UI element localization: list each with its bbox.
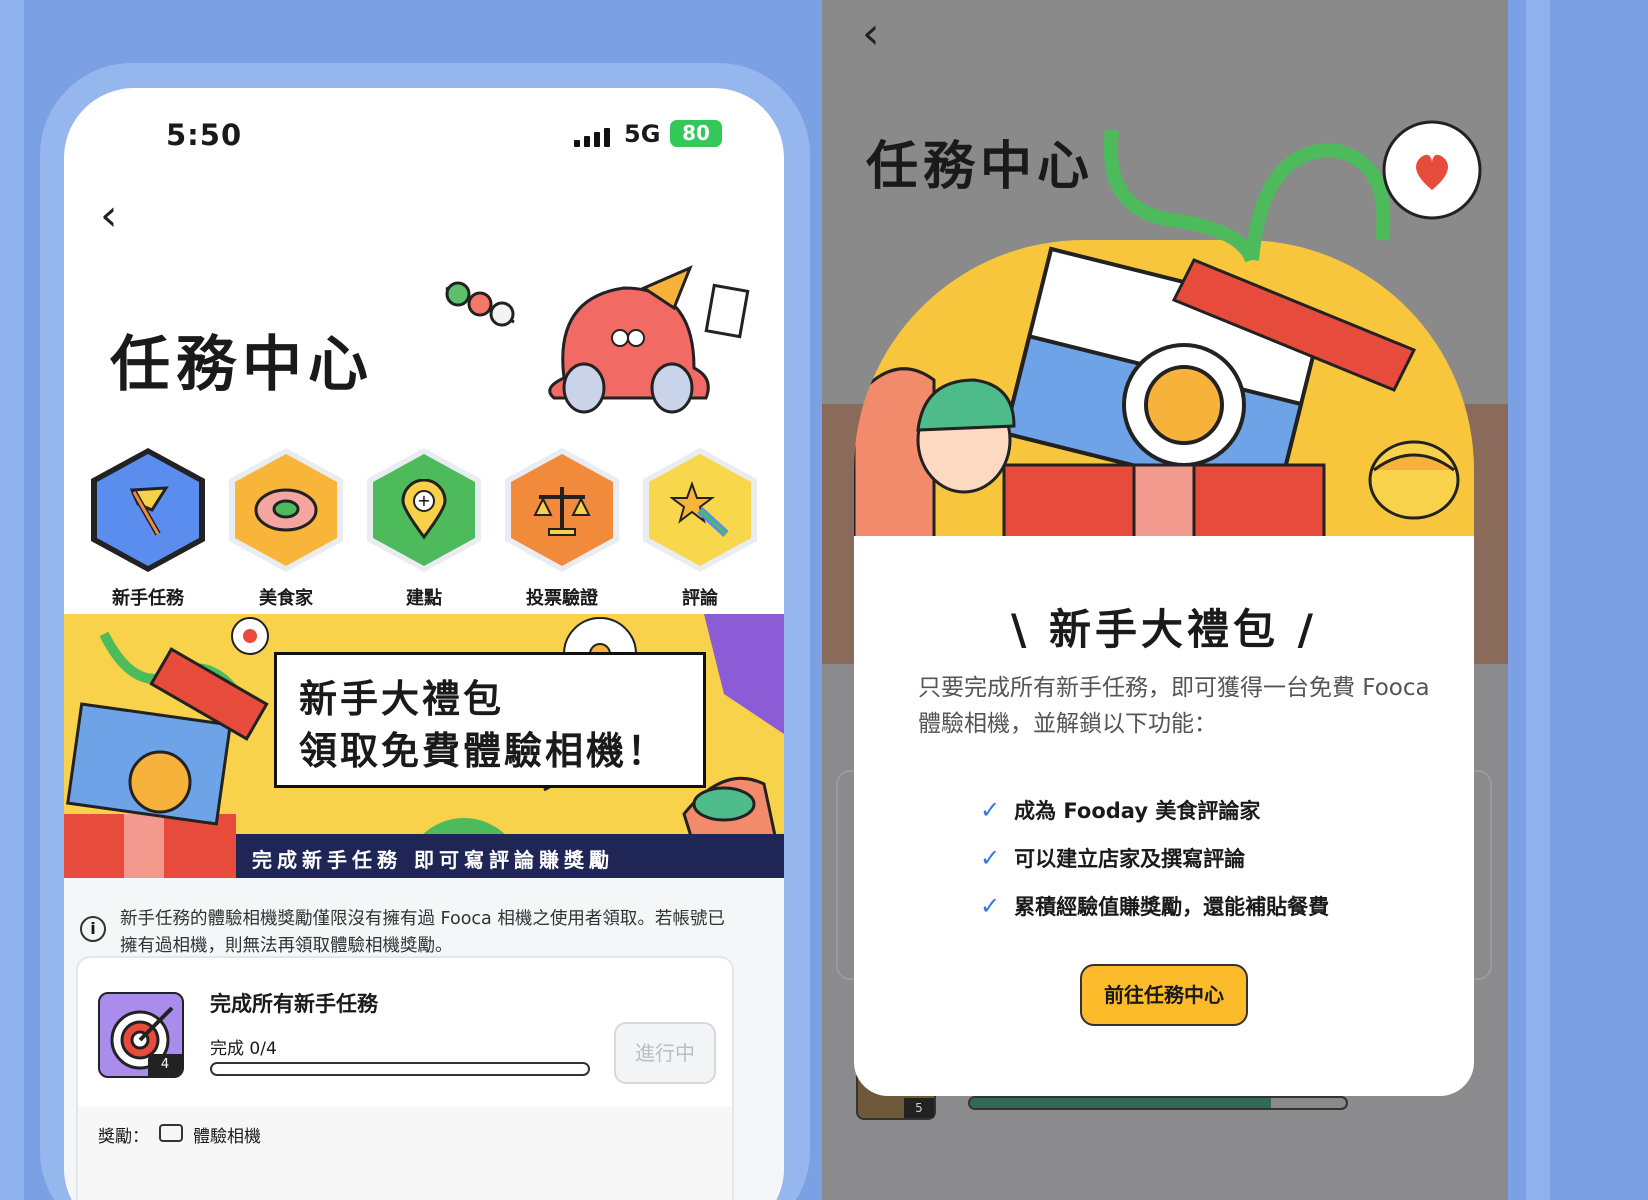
check-icon: ✓	[980, 844, 1001, 872]
right-phone-screen: ‹ 任務中心 5 \ 新手大禮包 / 只要完成所有新手任務，即可獲得一台免費 F…	[822, 0, 1508, 1200]
task-title: 完成所有新手任務	[210, 992, 378, 1016]
banner-headline-card: 新手大禮包 領取免費體驗相機！	[274, 652, 706, 788]
background-stripe-right	[1526, 0, 1550, 1200]
notice-text: 新手任務的體驗相機獎勵僅限沒有擁有過 Fooca 相機之使用者領取。若帳號已擁有…	[120, 909, 725, 956]
left-phone-screen: 5:50 5G 80 ‹ 任務中心 新手任務 美食家 + 建點 投票驗證 評論 …	[64, 88, 784, 1200]
badge-label: 美食家	[259, 588, 313, 609]
check-icon: ✓	[980, 892, 1001, 920]
info-icon: i	[80, 916, 106, 942]
badge-label: 評論	[682, 588, 718, 609]
page-title-dimmed: 任務中心	[866, 137, 1095, 197]
reward-label: 獎勵：	[98, 1127, 149, 1147]
feature-item: ✓ 可以建立店家及撰寫評論	[980, 844, 1246, 872]
dimmed-progress-bar	[968, 1096, 1348, 1110]
task-status-button[interactable]: 進行中	[614, 1022, 716, 1084]
go-to-task-center-button[interactable]: 前往任務中心	[1080, 964, 1248, 1026]
check-icon: ✓	[980, 796, 1001, 824]
task-progress-bar	[210, 1062, 590, 1076]
flag-pen-icon	[97, 454, 199, 566]
reward-item: 體驗相機	[193, 1127, 261, 1147]
donut-icon	[235, 454, 337, 566]
mascot-illustration	[445, 265, 750, 414]
newbie-gift-banner[interactable]: 新手大禮包 領取免費體驗相機！ 完成新手任務 即可寫評論賺獎勵	[64, 614, 784, 878]
modal-title: \ 新手大禮包 /	[1011, 605, 1317, 654]
task-card[interactable]: 4 完成所有新手任務 完成 0/4 進行中 獎勵： 體驗相機	[76, 956, 734, 1200]
back-button-dimmed[interactable]: ‹	[862, 12, 880, 56]
scales-icon	[511, 454, 613, 566]
badge-vote[interactable]: 投票驗證	[498, 448, 626, 610]
page-title: 任務中心	[110, 330, 374, 400]
status-time: 5:50	[166, 118, 243, 152]
camera-icon	[159, 1124, 183, 1142]
badge-newbie[interactable]: 新手任務	[84, 448, 212, 610]
battery-icon: 80	[670, 120, 722, 147]
task-progress-text: 完成 0/4	[210, 1039, 277, 1059]
badge-row: 新手任務 美食家 + 建點 投票驗證 評論	[84, 448, 764, 610]
modal-description: 只要完成所有新手任務，即可獲得一台免費 Fooca 體驗相機，並解鎖以下功能：	[918, 675, 1430, 737]
badge-add-place[interactable]: + 建點	[360, 448, 488, 610]
back-button[interactable]: ‹	[100, 194, 118, 238]
svg-text:+: +	[417, 491, 430, 510]
banner-strip: 完成新手任務 即可寫評論賺獎勵	[236, 834, 784, 878]
badge-review[interactable]: 評論	[636, 448, 764, 610]
feature-item: ✓ 成為 Fooday 美食評論家	[980, 796, 1261, 824]
signal-icon	[574, 128, 610, 147]
badge-label: 新手任務	[112, 588, 184, 609]
task-count: 4	[148, 1054, 182, 1076]
badge-foodie[interactable]: 美食家	[222, 448, 350, 610]
newbie-gift-modal: \ 新手大禮包 / 只要完成所有新手任務，即可獲得一台免費 Fooca 體驗相機…	[854, 536, 1474, 1096]
badge-label: 投票驗證	[526, 588, 598, 609]
banner-line-2: 領取免費體驗相機！	[299, 729, 669, 773]
feature-item: ✓ 累積經驗值賺獎勵，還能補貼餐費	[980, 892, 1330, 920]
reward-row: 獎勵： 體驗相機	[78, 1106, 732, 1200]
map-pin-add-icon: +	[373, 454, 475, 566]
badge-label: 建點	[406, 588, 442, 609]
feature-list: ✓ 成為 Fooday 美食評論家 ✓ 可以建立店家及撰寫評論 ✓ 累積經驗值賺獎勵，…	[980, 786, 1329, 930]
banner-line-1: 新手大禮包	[299, 677, 505, 721]
ribbon-illustration	[1103, 120, 1482, 263]
network-type: 5G	[624, 120, 661, 148]
star-comet-icon	[649, 454, 751, 566]
background-stripe-left	[0, 0, 24, 1200]
target-icon: 4	[98, 992, 184, 1078]
